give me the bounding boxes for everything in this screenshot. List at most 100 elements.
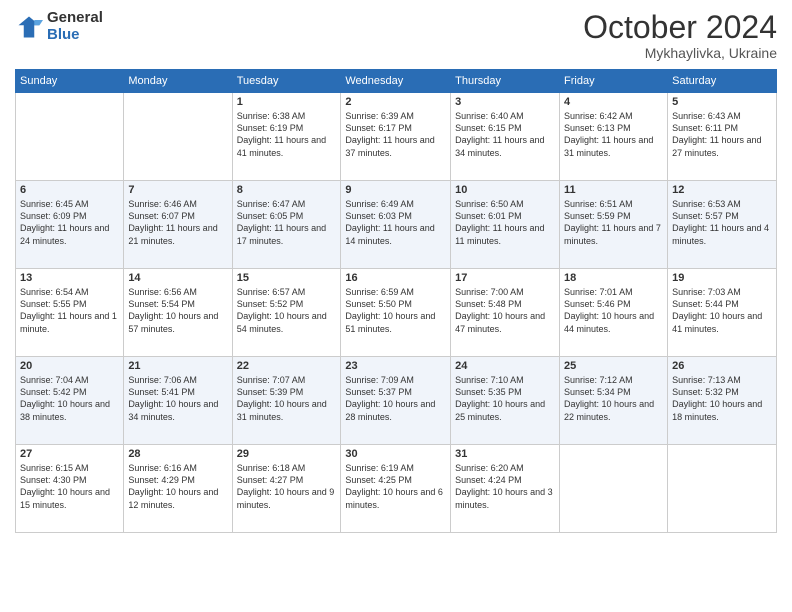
day-number: 10 xyxy=(455,184,555,196)
table-row: 8 Sunrise: 6:47 AMSunset: 6:05 PMDayligh… xyxy=(232,181,341,269)
table-row: 30 Sunrise: 6:19 AMSunset: 4:25 PMDaylig… xyxy=(341,445,451,533)
day-number: 3 xyxy=(455,96,555,108)
day-number: 1 xyxy=(237,96,337,108)
table-row xyxy=(560,445,668,533)
logo-general: General xyxy=(47,9,103,26)
table-row: 20 Sunrise: 7:04 AMSunset: 5:42 PMDaylig… xyxy=(16,357,124,445)
day-number: 23 xyxy=(345,360,446,372)
week-row-1: 1 Sunrise: 6:38 AMSunset: 6:19 PMDayligh… xyxy=(16,93,777,181)
day-number: 14 xyxy=(128,272,227,284)
logo-text: General Blue xyxy=(47,10,103,43)
day-number: 17 xyxy=(455,272,555,284)
logo-icon xyxy=(15,13,43,41)
table-row: 21 Sunrise: 7:06 AMSunset: 5:41 PMDaylig… xyxy=(124,357,232,445)
day-number: 27 xyxy=(20,448,119,460)
day-number: 2 xyxy=(345,96,446,108)
logo-blue: Blue xyxy=(47,26,80,43)
table-row: 10 Sunrise: 6:50 AMSunset: 6:01 PMDaylig… xyxy=(451,181,560,269)
day-detail: Sunrise: 6:53 AMSunset: 5:57 PMDaylight:… xyxy=(672,199,769,245)
day-detail: Sunrise: 6:40 AMSunset: 6:15 PMDaylight:… xyxy=(455,111,544,157)
month-title: October 2024 xyxy=(583,10,777,45)
day-detail: Sunrise: 6:49 AMSunset: 6:03 PMDaylight:… xyxy=(345,199,434,245)
logo: General Blue xyxy=(15,10,103,43)
table-row: 7 Sunrise: 6:46 AMSunset: 6:07 PMDayligh… xyxy=(124,181,232,269)
day-detail: Sunrise: 7:13 AMSunset: 5:32 PMDaylight:… xyxy=(672,375,762,421)
day-detail: Sunrise: 6:56 AMSunset: 5:54 PMDaylight:… xyxy=(128,287,218,333)
table-row: 29 Sunrise: 6:18 AMSunset: 4:27 PMDaylig… xyxy=(232,445,341,533)
table-row: 1 Sunrise: 6:38 AMSunset: 6:19 PMDayligh… xyxy=(232,93,341,181)
table-row: 16 Sunrise: 6:59 AMSunset: 5:50 PMDaylig… xyxy=(341,269,451,357)
header-wednesday: Wednesday xyxy=(341,70,451,93)
day-number: 4 xyxy=(564,96,663,108)
day-number: 7 xyxy=(128,184,227,196)
day-number: 31 xyxy=(455,448,555,460)
day-number: 12 xyxy=(672,184,772,196)
day-number: 24 xyxy=(455,360,555,372)
day-detail: Sunrise: 6:51 AMSunset: 5:59 PMDaylight:… xyxy=(564,199,661,245)
header-tuesday: Tuesday xyxy=(232,70,341,93)
table-row: 31 Sunrise: 6:20 AMSunset: 4:24 PMDaylig… xyxy=(451,445,560,533)
day-number: 28 xyxy=(128,448,227,460)
table-row: 27 Sunrise: 6:15 AMSunset: 4:30 PMDaylig… xyxy=(16,445,124,533)
day-detail: Sunrise: 6:45 AMSunset: 6:09 PMDaylight:… xyxy=(20,199,109,245)
day-detail: Sunrise: 6:54 AMSunset: 5:55 PMDaylight:… xyxy=(20,287,117,333)
location: Mykhaylivka, Ukraine xyxy=(583,45,777,61)
day-number: 22 xyxy=(237,360,337,372)
table-row: 25 Sunrise: 7:12 AMSunset: 5:34 PMDaylig… xyxy=(560,357,668,445)
table-row: 19 Sunrise: 7:03 AMSunset: 5:44 PMDaylig… xyxy=(668,269,777,357)
calendar-table: Sunday Monday Tuesday Wednesday Thursday… xyxy=(15,69,777,533)
table-row: 22 Sunrise: 7:07 AMSunset: 5:39 PMDaylig… xyxy=(232,357,341,445)
day-detail: Sunrise: 7:07 AMSunset: 5:39 PMDaylight:… xyxy=(237,375,327,421)
table-row: 26 Sunrise: 7:13 AMSunset: 5:32 PMDaylig… xyxy=(668,357,777,445)
title-block: October 2024 Mykhaylivka, Ukraine xyxy=(583,10,777,61)
table-row: 18 Sunrise: 7:01 AMSunset: 5:46 PMDaylig… xyxy=(560,269,668,357)
week-row-5: 27 Sunrise: 6:15 AMSunset: 4:30 PMDaylig… xyxy=(16,445,777,533)
header-friday: Friday xyxy=(560,70,668,93)
week-row-3: 13 Sunrise: 6:54 AMSunset: 5:55 PMDaylig… xyxy=(16,269,777,357)
day-number: 8 xyxy=(237,184,337,196)
day-number: 13 xyxy=(20,272,119,284)
header-monday: Monday xyxy=(124,70,232,93)
table-row: 6 Sunrise: 6:45 AMSunset: 6:09 PMDayligh… xyxy=(16,181,124,269)
day-detail: Sunrise: 6:38 AMSunset: 6:19 PMDaylight:… xyxy=(237,111,326,157)
table-row xyxy=(16,93,124,181)
day-detail: Sunrise: 6:18 AMSunset: 4:27 PMDaylight:… xyxy=(237,463,335,509)
day-detail: Sunrise: 6:20 AMSunset: 4:24 PMDaylight:… xyxy=(455,463,553,509)
day-detail: Sunrise: 7:01 AMSunset: 5:46 PMDaylight:… xyxy=(564,287,654,333)
table-row: 12 Sunrise: 6:53 AMSunset: 5:57 PMDaylig… xyxy=(668,181,777,269)
table-row: 4 Sunrise: 6:42 AMSunset: 6:13 PMDayligh… xyxy=(560,93,668,181)
table-row: 9 Sunrise: 6:49 AMSunset: 6:03 PMDayligh… xyxy=(341,181,451,269)
table-row: 2 Sunrise: 6:39 AMSunset: 6:17 PMDayligh… xyxy=(341,93,451,181)
day-detail: Sunrise: 7:09 AMSunset: 5:37 PMDaylight:… xyxy=(345,375,435,421)
day-number: 11 xyxy=(564,184,663,196)
day-detail: Sunrise: 6:57 AMSunset: 5:52 PMDaylight:… xyxy=(237,287,327,333)
day-number: 20 xyxy=(20,360,119,372)
day-detail: Sunrise: 6:50 AMSunset: 6:01 PMDaylight:… xyxy=(455,199,544,245)
week-row-4: 20 Sunrise: 7:04 AMSunset: 5:42 PMDaylig… xyxy=(16,357,777,445)
week-row-2: 6 Sunrise: 6:45 AMSunset: 6:09 PMDayligh… xyxy=(16,181,777,269)
table-row: 11 Sunrise: 6:51 AMSunset: 5:59 PMDaylig… xyxy=(560,181,668,269)
table-row xyxy=(124,93,232,181)
table-row xyxy=(668,445,777,533)
day-detail: Sunrise: 6:15 AMSunset: 4:30 PMDaylight:… xyxy=(20,463,110,509)
day-detail: Sunrise: 6:47 AMSunset: 6:05 PMDaylight:… xyxy=(237,199,326,245)
header-saturday: Saturday xyxy=(668,70,777,93)
day-detail: Sunrise: 7:00 AMSunset: 5:48 PMDaylight:… xyxy=(455,287,545,333)
day-number: 25 xyxy=(564,360,663,372)
day-number: 6 xyxy=(20,184,119,196)
day-detail: Sunrise: 7:03 AMSunset: 5:44 PMDaylight:… xyxy=(672,287,762,333)
day-number: 29 xyxy=(237,448,337,460)
day-detail: Sunrise: 6:39 AMSunset: 6:17 PMDaylight:… xyxy=(345,111,434,157)
day-number: 26 xyxy=(672,360,772,372)
table-row: 23 Sunrise: 7:09 AMSunset: 5:37 PMDaylig… xyxy=(341,357,451,445)
day-detail: Sunrise: 6:43 AMSunset: 6:11 PMDaylight:… xyxy=(672,111,761,157)
day-detail: Sunrise: 6:46 AMSunset: 6:07 PMDaylight:… xyxy=(128,199,217,245)
day-detail: Sunrise: 6:59 AMSunset: 5:50 PMDaylight:… xyxy=(345,287,435,333)
day-detail: Sunrise: 6:42 AMSunset: 6:13 PMDaylight:… xyxy=(564,111,653,157)
table-row: 17 Sunrise: 7:00 AMSunset: 5:48 PMDaylig… xyxy=(451,269,560,357)
table-row: 5 Sunrise: 6:43 AMSunset: 6:11 PMDayligh… xyxy=(668,93,777,181)
table-row: 14 Sunrise: 6:56 AMSunset: 5:54 PMDaylig… xyxy=(124,269,232,357)
day-number: 15 xyxy=(237,272,337,284)
header: General Blue October 2024 Mykhaylivka, U… xyxy=(15,10,777,61)
header-sunday: Sunday xyxy=(16,70,124,93)
